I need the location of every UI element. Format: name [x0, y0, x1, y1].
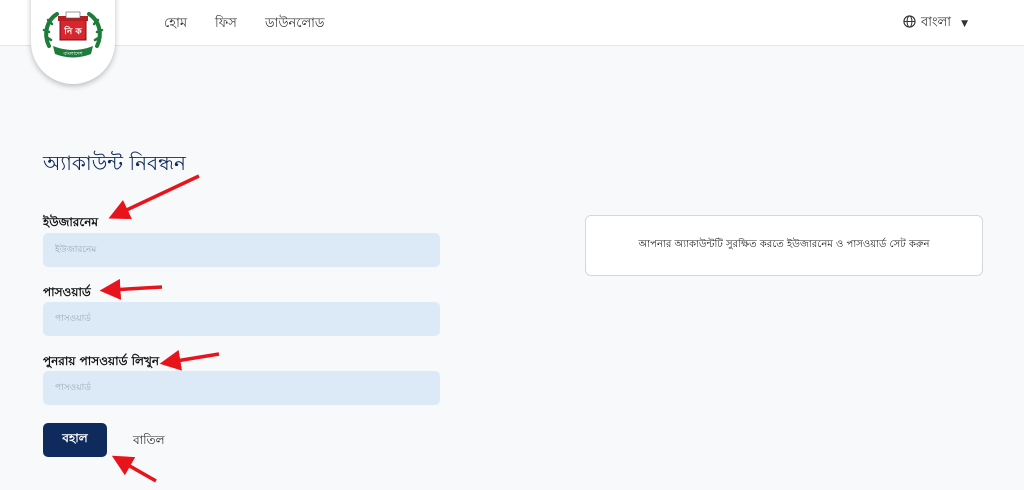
- arrow-password: [99, 278, 163, 300]
- info-text: আপনার অ্যাকাউন্টটি সুরক্ষিত করতে ইউজারনে…: [638, 239, 930, 250]
- username-label: ইউজারনেম: [43, 215, 99, 229]
- password-label: পাসওয়ার্ড: [43, 285, 91, 299]
- language-label: বাংলা: [921, 15, 952, 30]
- page-title: অ্যাকাউন্ট নিবন্ধন: [43, 151, 186, 175]
- caret-down-icon: ▼: [961, 18, 968, 29]
- confirm-password-input[interactable]: [43, 371, 440, 405]
- info-box: আপনার অ্যাকাউন্টটি সুরক্ষিত করতে ইউজারনে…: [585, 215, 983, 276]
- arrow-confirm-password: [159, 349, 220, 371]
- cancel-link[interactable]: বাতিল: [133, 432, 165, 452]
- top-navbar: হোম ফিস ডাউনলোড বাংলা ▼: [0, 0, 1024, 46]
- password-input[interactable]: [43, 302, 440, 336]
- nav-fees[interactable]: ফিস: [215, 14, 237, 35]
- confirm-password-label: পুনরায় পাসওয়ার্ড লিখুন: [43, 354, 159, 368]
- arrow-submit: [111, 455, 157, 483]
- submit-button[interactable]: বহাল: [43, 423, 107, 457]
- election-commission-logo[interactable]: নি ক বাংলাদেশ: [31, 0, 115, 84]
- nav-home[interactable]: হোম: [164, 14, 187, 35]
- logo-caption: বাংলাদেশ: [62, 51, 83, 57]
- username-input[interactable]: [43, 233, 440, 267]
- globe-icon: [903, 15, 916, 32]
- language-selector[interactable]: বাংলা ▼: [903, 13, 968, 34]
- nav-download[interactable]: ডাউনলোড: [265, 14, 324, 35]
- logo-badge-text: নি ক: [63, 25, 82, 37]
